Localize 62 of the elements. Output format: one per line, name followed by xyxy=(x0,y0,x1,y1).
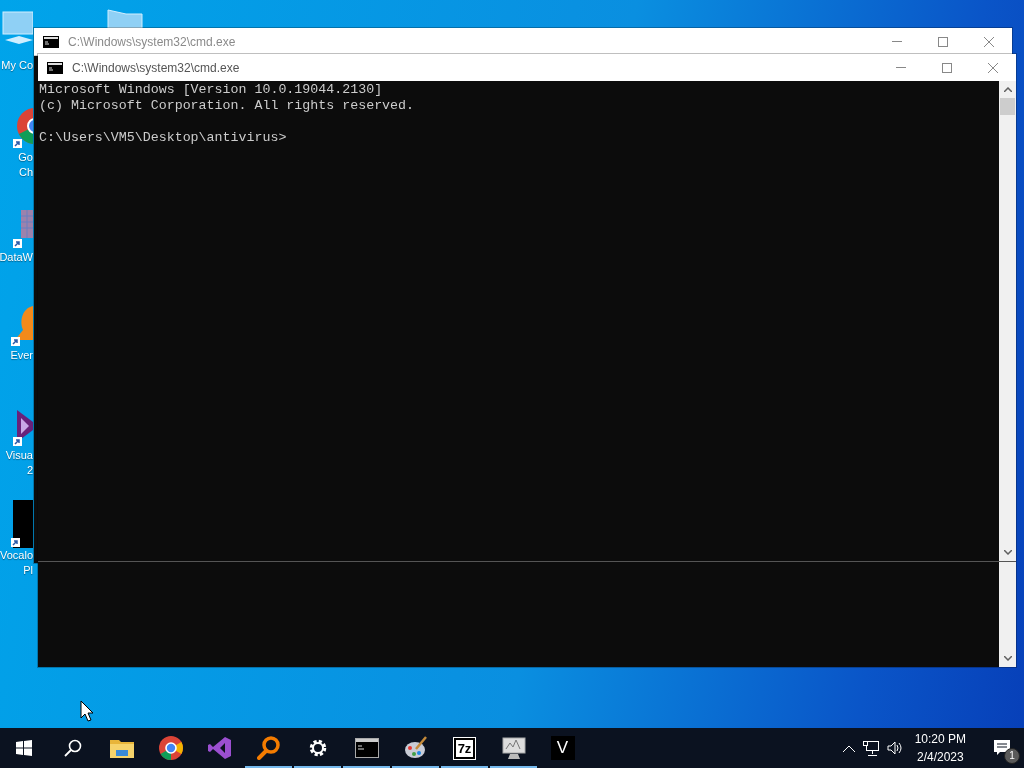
network-icon xyxy=(862,740,879,756)
ribbon-icon xyxy=(207,736,232,760)
terminal-icon xyxy=(43,35,59,48)
running-indicator xyxy=(441,766,488,768)
shortcut-arrow-icon xyxy=(13,437,22,446)
minimize-icon xyxy=(896,67,906,68)
computer-icon xyxy=(2,11,33,44)
folder-icon xyxy=(109,738,134,758)
scroll-thumb[interactable] xyxy=(1000,98,1015,115)
running-indicator xyxy=(245,766,292,768)
console-line: Microsoft Windows [Version 10.0.19044.2130] xyxy=(39,82,384,98)
notification-button[interactable]: 1 xyxy=(980,728,1024,768)
console-line: (c) Microsoft Corporation. All rights reserved. xyxy=(39,98,416,114)
clock[interactable]: 10:20 PM 2/4/2023 xyxy=(906,728,974,768)
maximize-icon xyxy=(942,62,952,73)
mouse-pointer-icon xyxy=(80,700,94,722)
shortcut-arrow-icon xyxy=(11,538,20,547)
monitor-icon xyxy=(501,737,526,759)
icon-label: Go xyxy=(18,150,33,165)
window-title: C:\Windows\system32\cmd.exe xyxy=(72,60,241,75)
settings-icon xyxy=(307,738,328,758)
notification-icon xyxy=(994,740,1010,756)
running-indicator xyxy=(490,766,537,768)
terminal-icon xyxy=(47,61,63,74)
chevron-down-icon xyxy=(1003,550,1012,555)
notification-count-badge: 1 xyxy=(1004,748,1020,764)
terminal-icon xyxy=(354,738,379,758)
taskbar-button[interactable]: 7z xyxy=(440,728,489,768)
icon-label: Ch xyxy=(18,165,33,180)
app-logo-icon: V xyxy=(550,736,575,760)
running-indicator xyxy=(294,766,341,768)
blob-icon xyxy=(15,306,33,340)
palette-icon xyxy=(403,736,428,760)
icon-label: DataW xyxy=(0,250,33,265)
grid-icon xyxy=(20,209,33,239)
window-title: C:\Windows\system32\cmd.exe xyxy=(68,34,237,49)
icon-label: My Co xyxy=(1,58,33,73)
search-icon xyxy=(63,739,82,757)
shortcut-arrow-icon xyxy=(13,139,22,148)
chevron-up-icon xyxy=(842,744,855,752)
chevron-down-icon xyxy=(1003,656,1012,661)
close-icon xyxy=(984,36,994,47)
shortcut-arrow-icon xyxy=(13,239,22,248)
magnifier-icon xyxy=(256,736,281,760)
icon-label: Pl xyxy=(23,563,33,578)
shortcut-arrow-icon xyxy=(11,337,20,346)
maximize-icon xyxy=(938,36,948,47)
chevron-up-icon xyxy=(1003,87,1012,92)
icon-label: Ever xyxy=(10,348,33,363)
archive-app-icon: 7z xyxy=(453,737,476,759)
icon-label: 2 xyxy=(26,463,33,478)
console-line: C:\Users\VM5\Desktop\antivirus> xyxy=(39,130,288,146)
volume-icon xyxy=(886,741,903,755)
round-logo-icon xyxy=(158,736,183,760)
icon-label: Visua xyxy=(5,448,33,463)
windows-logo-icon xyxy=(16,740,32,756)
icon-label: Vocalo xyxy=(0,548,33,563)
taskbar-button[interactable]: V xyxy=(538,728,587,768)
minimize-icon xyxy=(892,41,902,42)
running-indicator xyxy=(343,766,390,768)
close-icon xyxy=(988,62,998,73)
running-indicator xyxy=(392,766,439,768)
